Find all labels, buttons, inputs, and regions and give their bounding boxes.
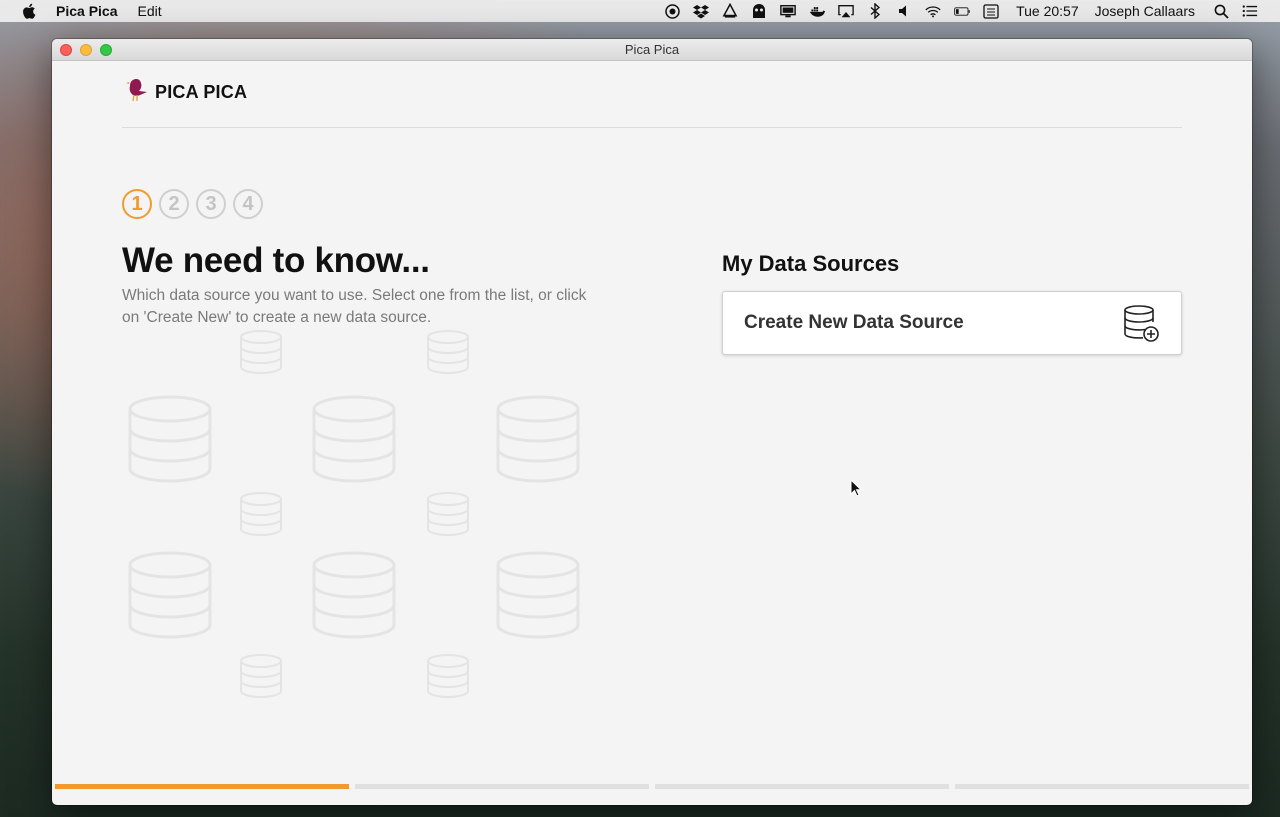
progress-segment-3	[655, 784, 949, 789]
magpie-bird-icon	[126, 79, 147, 102]
notification-center-icon[interactable]	[1242, 3, 1258, 19]
data-sources-heading: My Data Sources	[722, 251, 900, 276]
step-2[interactable]: 2	[159, 189, 189, 219]
display-icon[interactable]	[780, 3, 796, 19]
alien-icon[interactable]	[751, 3, 767, 19]
step-4[interactable]: 4	[233, 189, 263, 219]
database-illustration	[128, 330, 580, 698]
volume-icon[interactable]	[896, 3, 912, 19]
step-1[interactable]: 1	[122, 189, 152, 219]
menu-edit[interactable]: Edit	[138, 3, 162, 19]
window-zoom-button[interactable]	[100, 44, 112, 56]
docker-icon[interactable]	[809, 3, 826, 19]
progress-segment-1	[55, 784, 349, 789]
progress-segment-2	[355, 784, 649, 789]
small-database-icon	[427, 654, 469, 698]
battery-icon[interactable]	[954, 3, 970, 19]
menu-app-name[interactable]: Pica Pica	[56, 3, 118, 19]
window-minimize-button[interactable]	[80, 44, 92, 56]
small-database-icon	[427, 492, 469, 536]
small-database-icon	[240, 654, 282, 698]
bluetooth-icon[interactable]	[867, 3, 883, 19]
page-title: We need to know...	[122, 241, 430, 280]
app-logo: PICA PICA	[124, 77, 247, 107]
database-icon	[128, 395, 212, 483]
header-divider	[122, 127, 1182, 128]
small-database-icon	[240, 330, 282, 374]
window-close-button[interactable]	[60, 44, 72, 56]
dropbox-icon[interactable]	[693, 3, 710, 19]
brand-name: PICA PICA	[155, 81, 248, 102]
menu-bar: Pica Pica Edit Tue 20:57 Joseph Callaars	[0, 0, 1280, 22]
create-data-source-label: Create New Data Source	[744, 312, 964, 333]
wizard-progress	[55, 784, 1249, 790]
small-database-icon	[240, 492, 282, 536]
menubar-clock[interactable]: Tue 20:57	[1016, 3, 1079, 19]
database-icon	[496, 395, 580, 483]
window-title: Pica Pica	[624, 42, 680, 57]
progress-segment-4	[955, 784, 1249, 789]
app-icon[interactable]	[722, 3, 738, 19]
app-window: Pica Pica PICA PICA 1 2 3 4 We need to k…	[52, 39, 1252, 805]
step-indicator: 1 2 3 4	[122, 189, 270, 219]
add-database-icon	[1124, 305, 1159, 342]
create-data-source-button[interactable]: Create New Data Source	[722, 291, 1182, 355]
database-icon	[496, 551, 580, 639]
wifi-icon[interactable]	[925, 3, 941, 19]
database-icon	[312, 551, 396, 639]
keyboard-icon[interactable]	[983, 3, 999, 19]
status-area: Tue 20:57 Joseph Callaars	[664, 0, 1280, 22]
mouse-cursor-icon	[850, 479, 862, 497]
menubar-user[interactable]: Joseph Callaars	[1095, 3, 1195, 19]
record-icon[interactable]	[664, 3, 680, 19]
step-3[interactable]: 3	[196, 189, 226, 219]
database-icon	[312, 395, 396, 483]
small-database-icon	[427, 330, 469, 374]
database-icon	[128, 551, 212, 639]
airplay-icon[interactable]	[838, 3, 854, 19]
apple-icon[interactable]	[20, 3, 38, 19]
page-description: Which data source you want to use. Selec…	[122, 287, 587, 326]
spotlight-search-icon[interactable]	[1213, 3, 1229, 19]
window-titlebar[interactable]: Pica Pica	[52, 39, 1252, 61]
